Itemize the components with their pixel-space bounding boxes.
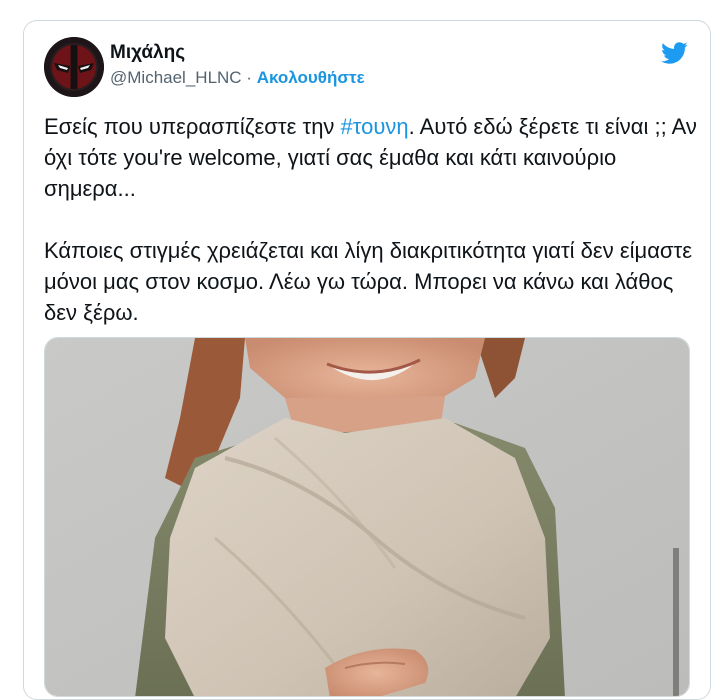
hashtag-link[interactable]: #τουνη [341,114,409,139]
tweet-card: Μιχάλης @Michael_HLNC · Ακολουθήστε Εσεί… [23,20,711,700]
woman-nursing-cover-photo [45,338,689,696]
author-names: Μιχάλης @Michael_HLNC · Ακολουθήστε [110,41,365,91]
deadpool-mask-icon [44,37,104,97]
avatar[interactable] [44,37,104,97]
follow-button[interactable]: Ακολουθήστε [257,68,365,87]
author-display-name[interactable]: Μιχάλης [110,41,365,65]
author-handle[interactable]: @Michael_HLNC [110,68,242,87]
tweet-text-part: Εσείς που υπερασπίζεστε την [44,114,341,139]
author-handle-row: @Michael_HLNC · Ακολουθήστε [110,65,365,91]
tweet-paragraph-2: Κάποιες στιγμές χρειάζεται και λίγη διακ… [44,238,693,325]
tweet-header: Μιχάλης @Michael_HLNC · Ακολουθήστε [44,37,692,99]
tweet-media-photo[interactable] [44,337,690,697]
tweet-paragraph-1: Εσείς που υπερασπίζεστε την #τουνη. Αυτό… [44,111,704,204]
separator-dot: · [241,68,257,87]
twitter-bird-icon[interactable] [658,39,690,67]
tweet-text: Εσείς που υπερασπίζεστε την #τουνη. Αυτό… [44,111,704,328]
